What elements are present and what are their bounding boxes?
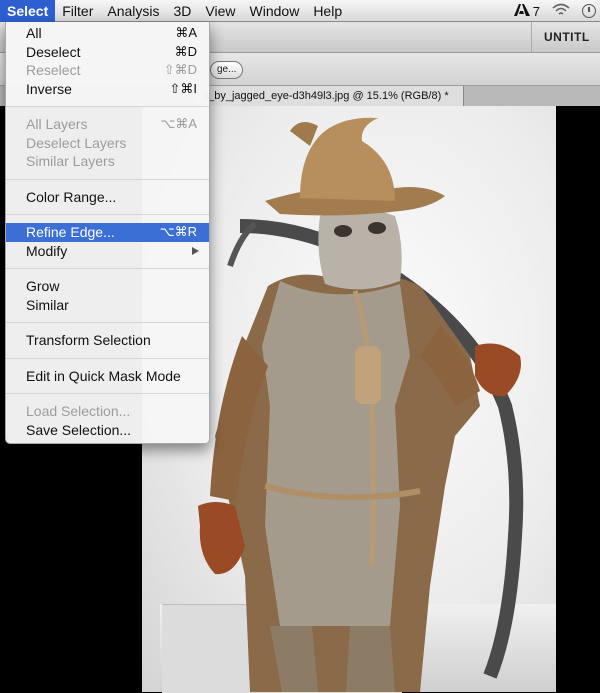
hat-tip [290, 122, 318, 146]
wifi-icon[interactable] [552, 3, 570, 20]
shortcut-label: ⌘D [174, 43, 197, 59]
menu-separator [6, 393, 209, 394]
menu-view[interactable]: View [198, 0, 242, 22]
menu-item-color-range[interactable]: Color Range... [6, 188, 209, 207]
menu-separator [6, 357, 209, 359]
shortcut-label: ⌥⌘R [159, 224, 197, 239]
menu-item-deselect[interactable]: Deselect ⌘D [6, 43, 209, 62]
menu-select[interactable]: Select [0, 0, 56, 22]
menu-item-all-layers: All Layers ⌥⌘A [6, 115, 209, 134]
burlap-vest [262, 281, 410, 626]
menu-item-all[interactable]: All ⌘A [6, 24, 209, 43]
menu-bar: Select Filter Analysis 3D View Window He… [0, 0, 600, 22]
menu-filter[interactable]: Filter [55, 0, 100, 22]
menu-item-deselect-layers: Deselect Layers [6, 134, 209, 153]
menu-item-modify-label: Modify [26, 242, 68, 259]
menu-item-quick-mask[interactable]: Edit in Quick Mask Mode [6, 367, 209, 386]
menu-item-grow[interactable]: Grow [6, 277, 209, 296]
menu-item-reselect: Reselect ⇧⌘D [6, 61, 209, 80]
noose-knot [355, 346, 381, 404]
submenu-arrow-icon [192, 246, 199, 255]
menu-item-load-selection-label: Load Selection... [26, 403, 131, 419]
menu-item-grow-label: Grow [26, 278, 60, 294]
menu-item-quick-mask-label: Edit in Quick Mask Mode [26, 367, 181, 384]
right-leg [346, 626, 395, 692]
adobe-icon[interactable] [513, 3, 531, 20]
right-glove [475, 343, 521, 397]
menu-item-reselect-label: Reselect [26, 62, 81, 78]
menu-item-similar-label: Similar [26, 296, 69, 313]
shortcut-label: ⇧⌘I [169, 80, 197, 96]
left-eye [334, 225, 352, 237]
document-tab[interactable]: a_by_jagged_eye-d3h49l3.jpg @ 15.1% (RGB… [196, 86, 464, 106]
menu-item-similar[interactable]: Similar [6, 296, 209, 315]
menu-item-transform-selection[interactable]: Transform Selection [6, 331, 209, 350]
menu-help[interactable]: Help [306, 0, 349, 22]
menu-item-color-range-label: Color Range... [26, 188, 117, 205]
menu-item-modify[interactable]: Modify [6, 242, 209, 261]
menu-separator [6, 178, 209, 180]
clock-icon[interactable] [582, 4, 596, 18]
menu-item-deselect-label: Deselect [26, 43, 81, 60]
menu-item-refine-edge[interactable]: Refine Edge... ⌥⌘R [6, 223, 209, 242]
shortcut-label: ⌘A [175, 25, 197, 40]
menu-item-all-label: All [26, 25, 42, 41]
menu-item-inverse[interactable]: Inverse ⇧⌘I [6, 80, 209, 99]
menu-separator [6, 214, 209, 215]
menu-separator [6, 322, 209, 323]
menu-item-similar-layers: Similar Layers [6, 152, 209, 171]
shortcut-label: ⇧⌘D [163, 62, 197, 77]
menu-item-save-selection-label: Save Selection... [26, 421, 132, 438]
menu-item-save-selection[interactable]: Save Selection... [6, 421, 209, 440]
menu-item-load-selection: Load Selection... [6, 402, 209, 421]
adobe-badge: 7 [532, 3, 540, 19]
workspace-label[interactable]: UNTITL [531, 22, 600, 52]
right-eye [368, 222, 386, 234]
menu-item-deselect-layers-label: Deselect Layers [26, 134, 127, 151]
menu-item-refine-edge-label: Refine Edge... [26, 224, 115, 240]
burlap-head [318, 208, 402, 290]
menu-item-all-layers-label: All Layers [26, 116, 88, 132]
menu-3d[interactable]: 3D [167, 0, 199, 22]
shortcut-label: ⌥⌘A [160, 116, 197, 131]
select-menu-dropdown: All ⌘A Deselect ⌘D Reselect ⇧⌘D Inverse ⇧⌘I … [5, 22, 210, 444]
menu-analysis[interactable]: Analysis [100, 0, 166, 22]
menu-window[interactable]: Window [243, 0, 307, 22]
status-tray: 7 [513, 0, 596, 22]
menu-separator [6, 106, 209, 107]
menu-item-inverse-label: Inverse [26, 80, 72, 97]
menu-separator [6, 268, 209, 269]
menu-item-transform-selection-label: Transform Selection [26, 332, 151, 348]
refine-edge-button[interactable]: ge... [210, 61, 244, 79]
menu-item-similar-layers-label: Similar Layers [26, 153, 115, 169]
